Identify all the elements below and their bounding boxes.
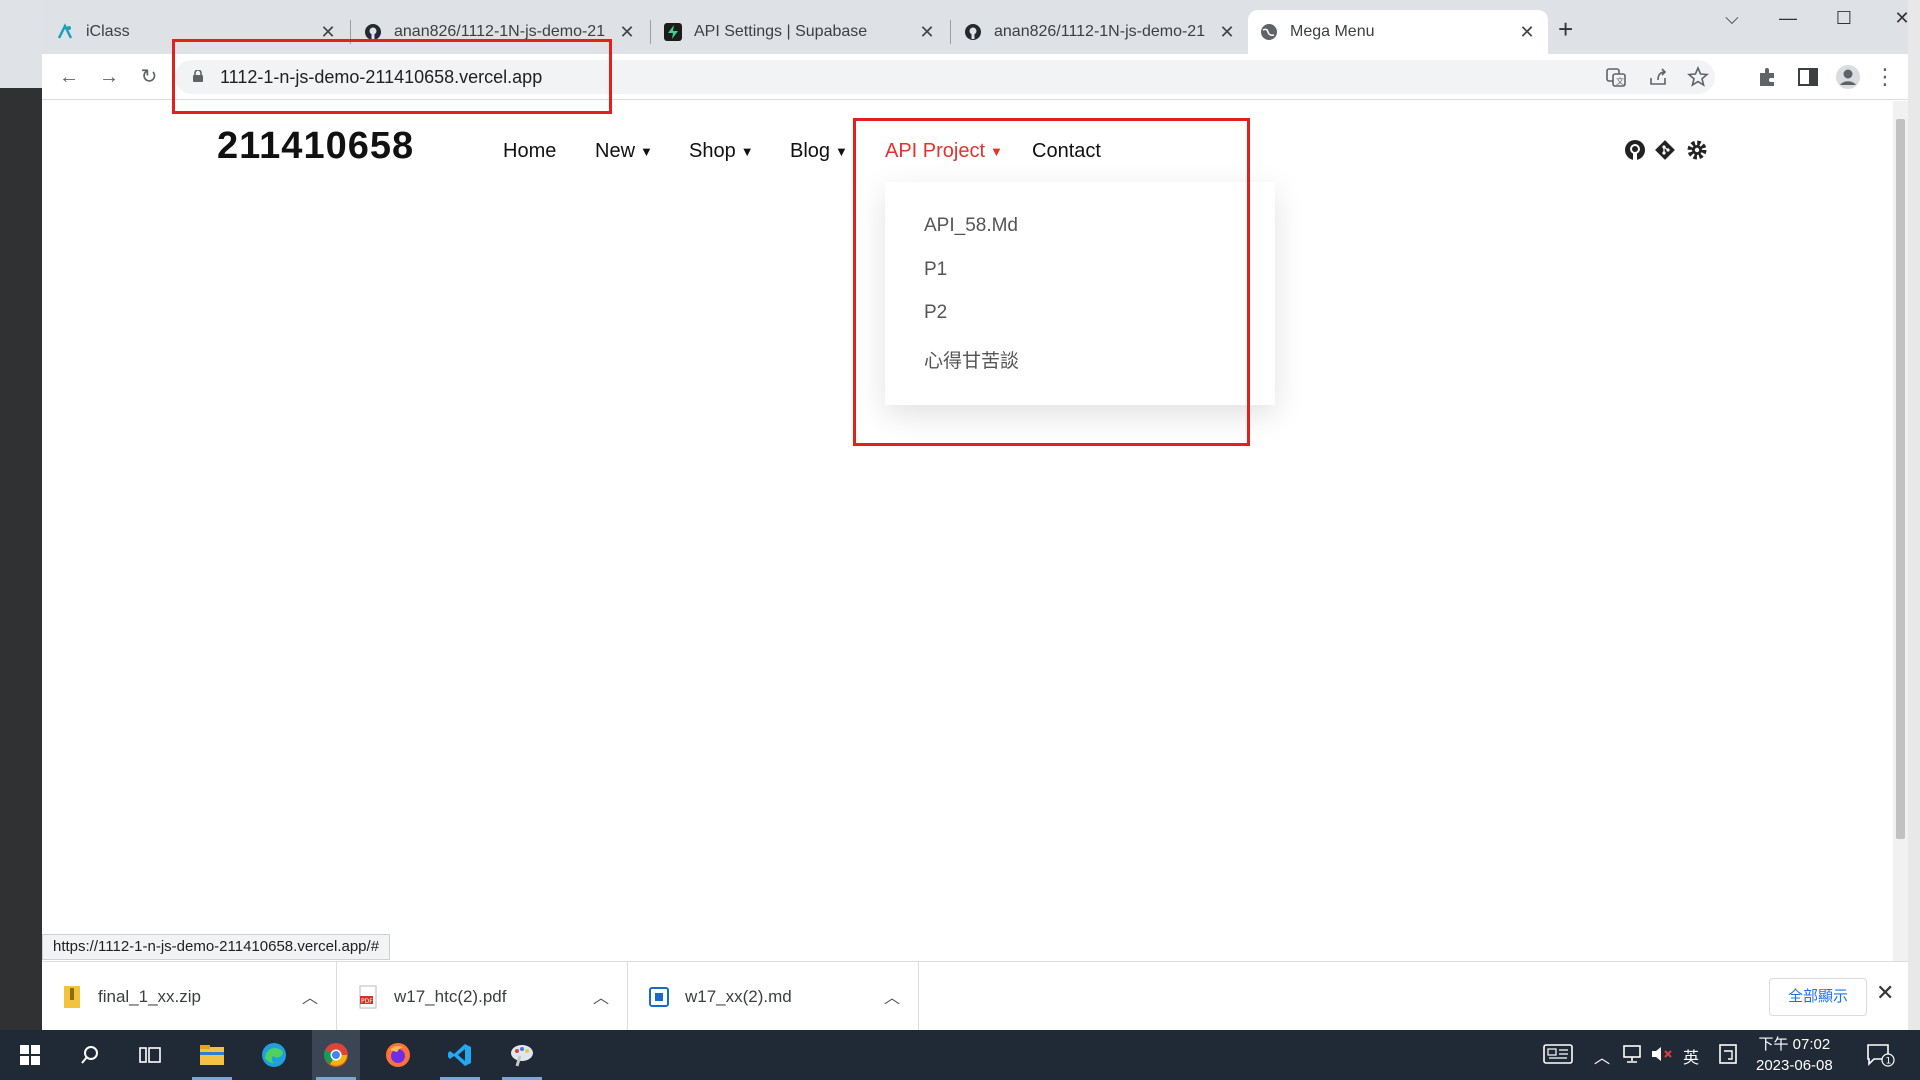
nav-home[interactable]: Home <box>503 140 556 163</box>
nav-blog[interactable]: Blog ▼ <box>790 140 848 163</box>
clock-time: 下午 07:02 <box>1758 1036 1831 1053</box>
download-filename: w17_xx(2).md <box>685 986 792 1006</box>
maximize-icon[interactable]: ☐ <box>1824 8 1864 29</box>
system-clock[interactable]: 下午 07:02 2023-06-08 <box>1756 1034 1833 1076</box>
extensions-puzzle-icon[interactable] <box>1755 64 1781 90</box>
download-item-md[interactable]: w17_xx(2).md ︿ <box>629 962 919 1030</box>
desktop-background-right <box>1908 0 1920 1030</box>
pdf-file-icon: PDF <box>359 985 377 1008</box>
vscode-icon[interactable] <box>436 1030 484 1080</box>
tab-supabase[interactable]: API Settings | Supabase ✕ <box>652 10 948 54</box>
download-item-zip[interactable]: final_1_xx.zip ︿ <box>42 962 337 1030</box>
tab-title: Mega Menu <box>1290 23 1375 40</box>
svg-text:PDF: PDF <box>361 998 373 1005</box>
keyboard-layout-icon[interactable] <box>1543 1043 1573 1070</box>
tab-title: API Settings | Supabase <box>694 23 868 40</box>
dropdown-highlight-box <box>853 118 1250 446</box>
status-bar-url: https://1112-1-n-js-demo-211410658.verce… <box>42 934 391 960</box>
site-brand[interactable]: 211410658 <box>217 125 414 168</box>
back-arrow-icon[interactable]: ← <box>54 62 84 92</box>
scrollbar-thumb[interactable] <box>1896 119 1905 839</box>
chevron-up-icon[interactable]: ︿ <box>302 984 318 1008</box>
firefox-browser-icon[interactable] <box>374 1030 422 1080</box>
close-icon[interactable]: ✕ <box>918 22 936 43</box>
paint-app-icon[interactable] <box>498 1030 546 1080</box>
show-all-downloads-button[interactable]: 全部顯示 <box>1769 978 1867 1016</box>
url-highlight-box <box>172 39 612 114</box>
iclass-icon <box>56 23 74 41</box>
tab-separator <box>650 20 651 44</box>
windows-start-icon[interactable] <box>6 1030 54 1080</box>
tab-title: anan826/1112-1N-js-demo-21 <box>994 23 1206 40</box>
task-view-icon[interactable] <box>126 1030 174 1080</box>
side-panel-icon[interactable] <box>1795 64 1821 90</box>
close-icon[interactable]: ✕ <box>1518 22 1536 43</box>
tab-mega-menu[interactable]: Mega Menu ✕ <box>1248 10 1548 54</box>
gear-icon[interactable] <box>1685 138 1709 162</box>
network-icon[interactable] <box>1622 1043 1644 1070</box>
chevron-up-icon[interactable]: ︿ <box>1594 1044 1610 1068</box>
reload-icon[interactable]: ↻ <box>134 62 164 92</box>
share-icon[interactable] <box>1647 66 1669 88</box>
nav-new[interactable]: New ▼ <box>595 140 653 163</box>
chevron-down-icon: ▼ <box>740 144 754 159</box>
desktop-background-left <box>0 0 42 1030</box>
chevron-up-icon[interactable]: ︿ <box>884 984 900 1008</box>
close-download-bar-icon[interactable]: ✕ <box>1876 980 1894 1006</box>
chevron-up-icon[interactable]: ︿ <box>593 984 609 1008</box>
download-item-pdf[interactable]: PDF w17_htc(2).pdf ︿ <box>338 962 628 1030</box>
ime-language-indicator[interactable]: 英 <box>1683 1044 1699 1068</box>
download-filename: final_1_xx.zip <box>98 986 202 1006</box>
tab-separator <box>950 20 951 44</box>
notification-count: 1 <box>1886 1057 1892 1067</box>
new-tab-plus-icon[interactable]: + <box>1558 14 1573 45</box>
bookmark-star-icon[interactable] <box>1687 66 1709 88</box>
forward-arrow-icon[interactable]: → <box>94 62 124 92</box>
background-window-edge <box>0 0 42 88</box>
file-explorer-icon[interactable] <box>188 1030 236 1080</box>
tab-github-2[interactable]: anan826/1112-1N-js-demo-21 ✕ <box>952 10 1248 54</box>
zip-file-icon <box>64 985 80 1008</box>
chevron-down-icon: ▼ <box>835 144 848 159</box>
close-icon[interactable]: ✕ <box>618 22 636 43</box>
git-icon[interactable] <box>1653 138 1677 162</box>
chrome-browser-icon[interactable] <box>312 1030 360 1080</box>
chrome-menu-icon[interactable]: ⋮ <box>1870 62 1900 92</box>
supabase-icon <box>664 23 682 41</box>
svg-text:文: 文 <box>1616 76 1624 86</box>
translate-icon[interactable]: 文 <box>1605 66 1627 88</box>
nav-shop[interactable]: Shop ▼ <box>689 140 754 163</box>
chevron-down-icon: ▼ <box>640 144 653 159</box>
notification-center-icon[interactable]: 1 <box>1866 1042 1896 1073</box>
volume-muted-icon[interactable] <box>1650 1043 1674 1070</box>
tab-search-chevron-icon[interactable]: ⌵ <box>1712 8 1752 29</box>
nav-label: Blog <box>790 140 831 162</box>
globe-icon <box>1260 23 1278 41</box>
download-bar: final_1_xx.zip ︿ PDF w17_htc(2).pdf ︿ w1… <box>42 961 1908 1030</box>
edge-browser-icon[interactable] <box>250 1030 298 1080</box>
windows-taskbar: ︿ 英 下午 07:02 2023-06-08 1 <box>0 1030 1920 1080</box>
nav-label: Shop <box>689 140 736 162</box>
search-icon[interactable] <box>66 1030 114 1080</box>
page-scrollbar[interactable] <box>1893 101 1908 961</box>
download-filename: w17_htc(2).pdf <box>394 986 507 1006</box>
md-file-icon <box>649 986 669 1007</box>
nav-label: Home <box>503 140 557 162</box>
nav-label: New <box>595 140 636 162</box>
close-icon[interactable]: ✕ <box>1218 22 1236 43</box>
github-icon <box>964 23 982 41</box>
browser-window: iClass ✕ anan826/1112-1N-js-demo-21 ✕ AP… <box>42 0 1908 1030</box>
window-close-icon[interactable]: ✕ <box>1882 8 1908 29</box>
github-icon[interactable] <box>1623 138 1647 162</box>
ime-mode-icon[interactable] <box>1719 1043 1737 1070</box>
minimize-icon[interactable]: — <box>1768 8 1808 29</box>
clock-date: 2023-06-08 <box>1756 1057 1833 1074</box>
profile-avatar-icon[interactable] <box>1835 64 1861 90</box>
